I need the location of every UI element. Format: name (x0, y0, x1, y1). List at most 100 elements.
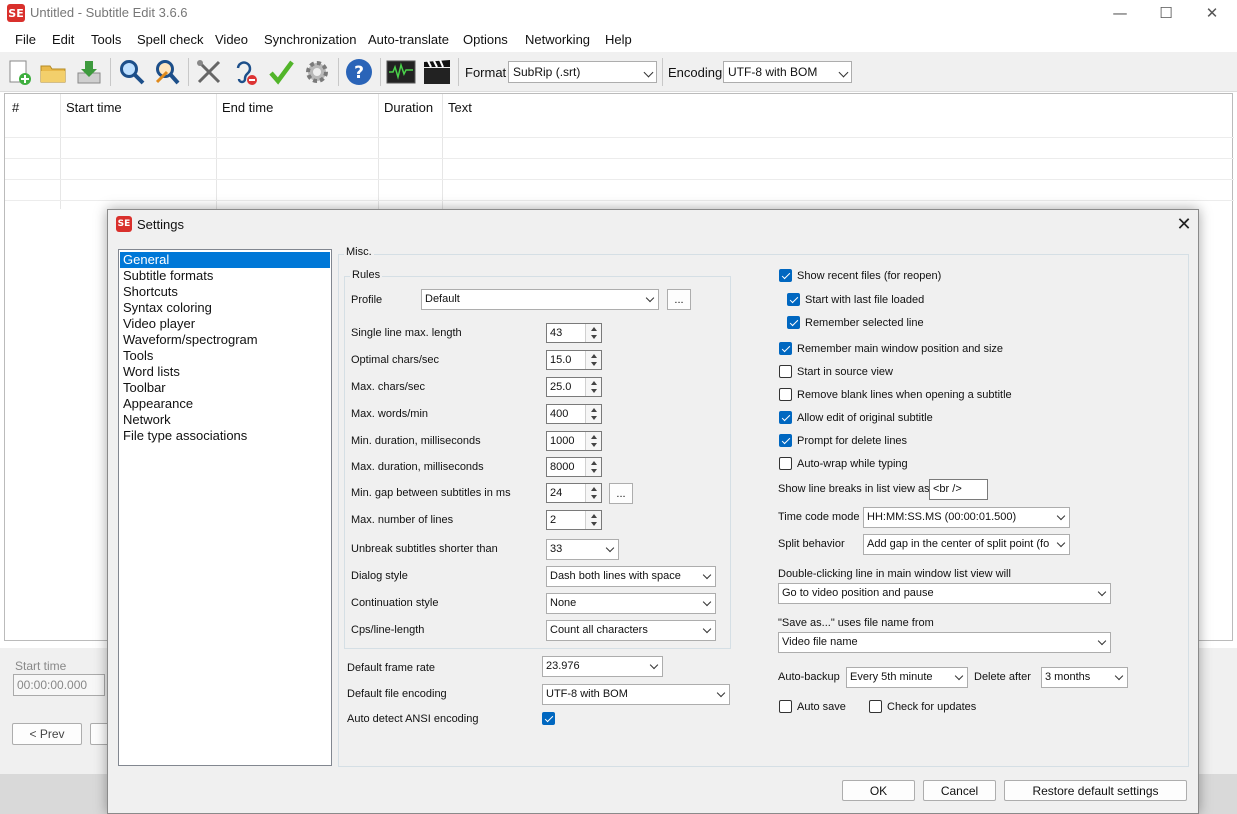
menu-spell-check[interactable]: Spell check (137, 32, 203, 47)
spin-arrows-icon[interactable] (585, 484, 601, 502)
menu-tools[interactable]: Tools (91, 32, 121, 47)
split-behavior-select[interactable]: Add gap in the center of split point (fo (863, 534, 1070, 555)
profile-more-button[interactable]: ... (667, 289, 691, 310)
maximize-icon[interactable]: ☐ (1143, 2, 1189, 24)
nav-item-waveform[interactable]: Waveform/spectrogram (120, 332, 330, 348)
single-line-max-spinner[interactable]: 43 (546, 323, 602, 343)
prompt-delete-checkbox[interactable] (779, 434, 792, 447)
spin-arrows-icon[interactable] (585, 458, 601, 476)
spell-check-icon[interactable] (265, 56, 297, 88)
min-duration-spinner[interactable]: 1000 (546, 431, 602, 451)
dialog-style-select[interactable]: Dash both lines with space (546, 566, 716, 587)
prev-button[interactable]: < Prev (12, 723, 82, 745)
find-icon[interactable] (116, 56, 148, 88)
video-clapper-icon[interactable] (421, 56, 453, 88)
menu-edit[interactable]: Edit (52, 32, 74, 47)
nav-item-syntax-coloring[interactable]: Syntax coloring (120, 300, 330, 316)
remove-blank-label: Remove blank lines when opening a subtit… (797, 389, 1012, 401)
spin-arrows-icon[interactable] (585, 351, 601, 369)
delete-after-select[interactable]: 3 months (1041, 667, 1128, 688)
column-header-end-time[interactable]: End time (222, 100, 273, 115)
auto-save-checkbox[interactable] (779, 700, 792, 713)
menu-help[interactable]: Help (605, 32, 632, 47)
remember-window-checkbox[interactable] (779, 342, 792, 355)
menu-networking[interactable]: Networking (525, 32, 590, 47)
menu-video[interactable]: Video (215, 32, 248, 47)
max-duration-spinner[interactable]: 8000 (546, 457, 602, 477)
close-icon[interactable]: ✕ (1172, 212, 1196, 236)
close-window-icon[interactable]: ✕ (1189, 2, 1235, 24)
nav-item-tools[interactable]: Tools (120, 348, 330, 364)
profile-select[interactable]: Default (421, 289, 659, 310)
help-icon[interactable]: ? (343, 56, 375, 88)
menu-synchronization[interactable]: Synchronization (264, 32, 357, 47)
chevron-down-icon (1097, 636, 1107, 646)
column-header-text[interactable]: Text (448, 100, 472, 115)
auto-backup-select[interactable]: Every 5th minute (846, 667, 968, 688)
max-cps-spinner[interactable]: 25.0 (546, 377, 602, 397)
encoding-select[interactable]: UTF-8 with BOM (723, 61, 852, 83)
menu-auto-translate[interactable]: Auto-translate (368, 32, 449, 47)
allow-edit-checkbox[interactable] (779, 411, 792, 424)
start-source-checkbox[interactable] (779, 365, 792, 378)
ok-button[interactable]: OK (842, 780, 915, 801)
menu-options[interactable]: Options (463, 32, 508, 47)
line-breaks-input[interactable]: <br /> (929, 479, 988, 500)
file-encoding-select[interactable]: UTF-8 with BOM (542, 684, 730, 705)
check-updates-checkbox[interactable] (869, 700, 882, 713)
auto-wrap-checkbox[interactable] (779, 457, 792, 470)
menu-file[interactable]: File (15, 32, 36, 47)
max-wpm-spinner[interactable]: 400 (546, 404, 602, 424)
accessibility-ear-icon[interactable] (228, 56, 260, 88)
unbreak-select[interactable]: 33 (546, 539, 619, 560)
start-last-checkbox[interactable] (787, 293, 800, 306)
fix-tools-icon[interactable] (193, 56, 225, 88)
save-download-icon[interactable] (73, 56, 105, 88)
double-click-select[interactable]: Go to video position and pause (778, 583, 1111, 604)
settings-gear-icon[interactable] (301, 56, 333, 88)
nav-item-shortcuts[interactable]: Shortcuts (120, 284, 330, 300)
remove-blank-checkbox[interactable] (779, 388, 792, 401)
continuation-style-select[interactable]: None (546, 593, 716, 614)
column-header-number[interactable]: # (12, 100, 19, 115)
optimal-cps-spinner[interactable]: 15.0 (546, 350, 602, 370)
nav-item-video-player[interactable]: Video player (120, 316, 330, 332)
spin-arrows-icon[interactable] (585, 324, 601, 342)
settings-nav-list[interactable]: General Subtitle formats Shortcuts Synta… (118, 249, 332, 766)
nav-item-subtitle-formats[interactable]: Subtitle formats (120, 268, 330, 284)
replace-icon[interactable] (151, 56, 183, 88)
min-gap-value: 24 (550, 487, 563, 499)
nav-item-file-type-associations[interactable]: File type associations (120, 428, 330, 444)
start-time-input[interactable]: 00:00:00.000 (13, 674, 105, 696)
auto-ansi-checkbox[interactable] (542, 712, 555, 725)
nav-item-general[interactable]: General (120, 252, 330, 268)
column-header-duration[interactable]: Duration (384, 100, 433, 115)
spin-arrows-icon[interactable] (585, 432, 601, 450)
nav-item-word-lists[interactable]: Word lists (120, 364, 330, 380)
waveform-icon[interactable] (385, 56, 417, 88)
chevron-down-icon (605, 543, 615, 553)
cancel-button[interactable]: Cancel (923, 780, 996, 801)
min-gap-spinner[interactable]: 24 (546, 483, 602, 503)
nav-item-appearance[interactable]: Appearance (120, 396, 330, 412)
window-title: Untitled - Subtitle Edit 3.6.6 (30, 5, 188, 20)
min-gap-more-button[interactable]: ... (609, 483, 633, 504)
column-header-start-time[interactable]: Start time (66, 100, 122, 115)
spin-arrows-icon[interactable] (585, 511, 601, 529)
max-lines-spinner[interactable]: 2 (546, 510, 602, 530)
minimize-icon[interactable]: — (1097, 2, 1143, 24)
nav-item-toolbar[interactable]: Toolbar (120, 380, 330, 396)
cps-line-length-select[interactable]: Count all characters (546, 620, 716, 641)
show-recent-checkbox[interactable] (779, 269, 792, 282)
new-file-icon[interactable] (3, 56, 35, 88)
restore-defaults-button[interactable]: Restore default settings (1004, 780, 1187, 801)
nav-item-network[interactable]: Network (120, 412, 330, 428)
frame-rate-select[interactable]: 23.976 (542, 656, 663, 677)
spin-arrows-icon[interactable] (585, 405, 601, 423)
spin-arrows-icon[interactable] (585, 378, 601, 396)
open-folder-icon[interactable] (37, 56, 69, 88)
remember-line-checkbox[interactable] (787, 316, 800, 329)
save-as-select[interactable]: Video file name (778, 632, 1111, 653)
format-select[interactable]: SubRip (.srt) (508, 61, 657, 83)
timecode-mode-select[interactable]: HH:MM:SS.MS (00:00:01.500) (863, 507, 1070, 528)
